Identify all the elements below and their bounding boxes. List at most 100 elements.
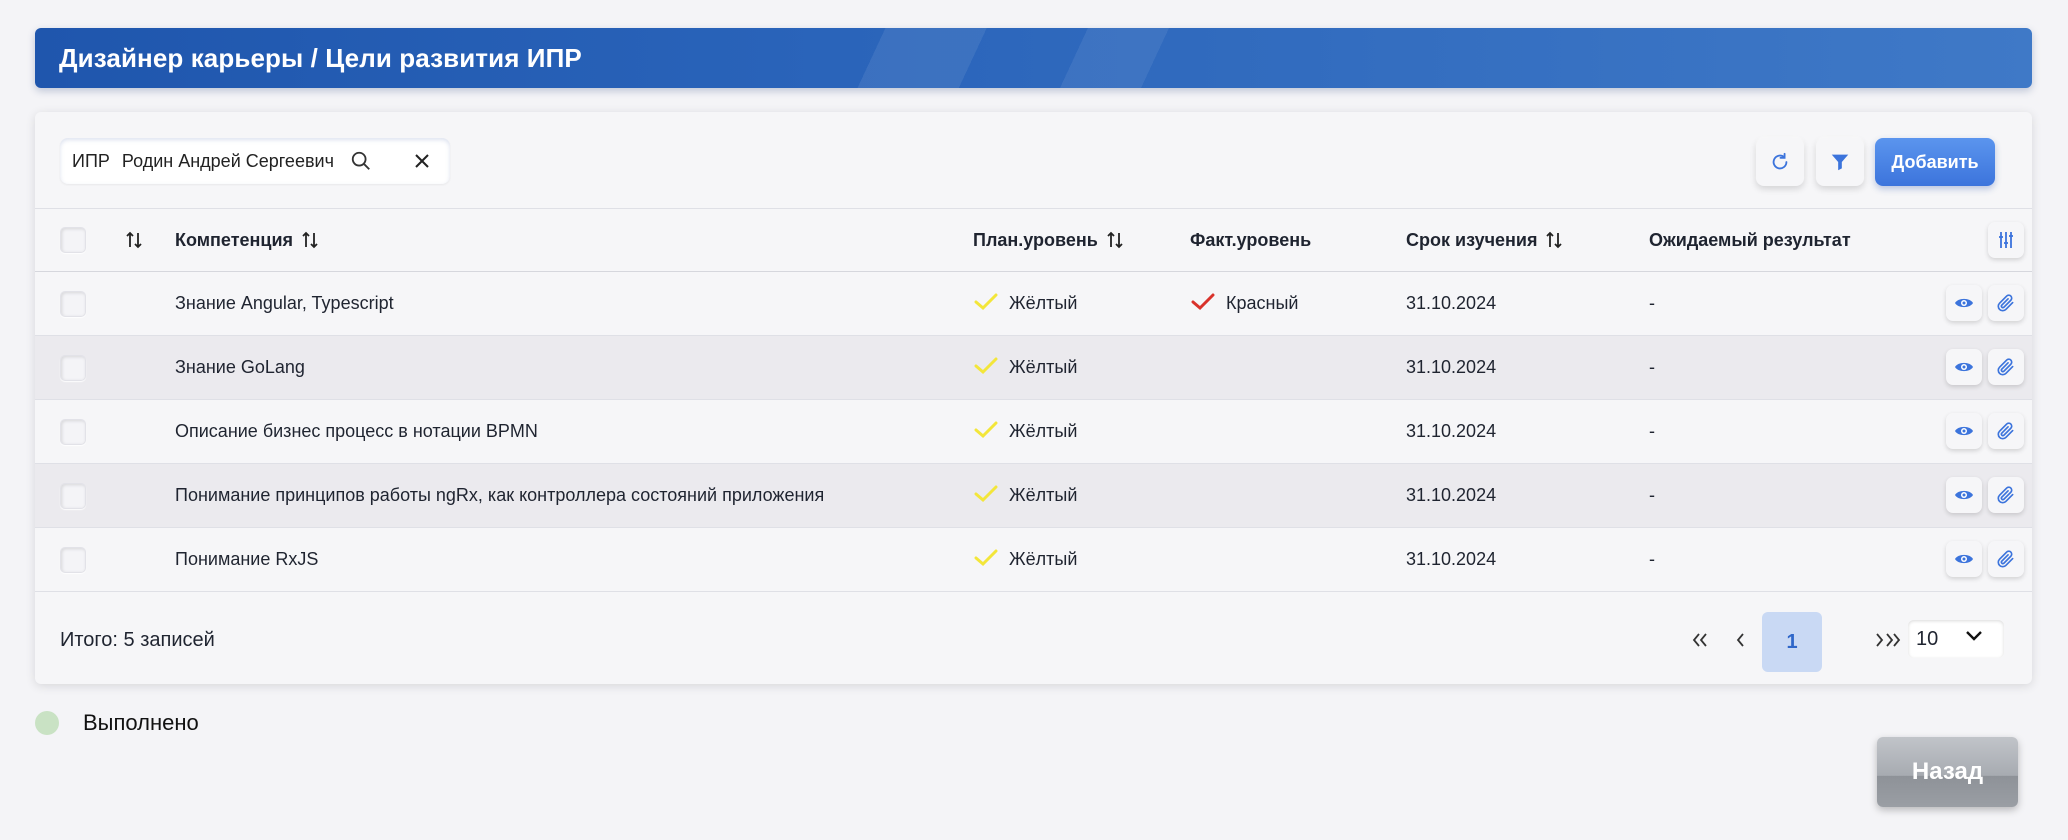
paperclip-icon xyxy=(1997,358,2014,376)
prev-page-button[interactable] xyxy=(1725,620,1755,660)
filter-icon xyxy=(1831,154,1849,171)
back-button[interactable]: Назад xyxy=(1877,737,2018,807)
competence-cell: Знание GoLang xyxy=(175,357,305,377)
refresh-icon xyxy=(1772,152,1788,170)
study-term-cell: 31.10.2024 xyxy=(1406,357,1497,377)
filter-value: Родин Андрей Сергеевич xyxy=(121,150,334,171)
view-button[interactable] xyxy=(1946,413,1982,449)
chevron-left-icon xyxy=(1736,633,1744,647)
column-settings-button[interactable] xyxy=(1988,222,2024,258)
filter-prefix: ИПР xyxy=(72,150,110,171)
plan-level-cell: Жёлтый xyxy=(973,528,1077,591)
col-study-term-label: Срок изучения xyxy=(1406,229,1538,250)
done-status-dot xyxy=(35,711,59,735)
view-button[interactable] xyxy=(1946,541,1982,577)
expected-result-cell: - xyxy=(1649,357,1655,377)
competence-table: Компетенция План.уровень Факт.уровень Ср… xyxy=(35,208,2032,592)
yellow-check-icon xyxy=(974,357,998,374)
col-fact-level-label: Факт.уровень xyxy=(1190,229,1312,250)
plan-level-label: Жёлтый xyxy=(1009,357,1078,377)
add-button[interactable]: Добавить xyxy=(1875,138,1995,186)
expected-result-cell: - xyxy=(1649,421,1655,441)
search-filter-chip[interactable]: ИПР Родин Андрей Сергеевич xyxy=(60,138,450,184)
plan-level-label: Жёлтый xyxy=(1009,485,1078,505)
legend: Выполнено xyxy=(35,710,199,736)
chevron-down-icon xyxy=(1966,631,1982,641)
double-chevron-left-icon xyxy=(1692,633,1707,647)
table-row[interactable]: Понимание принципов работы ngRx, как кон… xyxy=(35,464,2032,528)
paperclip-icon xyxy=(1997,294,2014,312)
red-check-icon xyxy=(1191,293,1215,310)
paperclip-icon xyxy=(1997,422,2014,440)
yellow-check-icon xyxy=(974,485,998,502)
competence-cell: Описание бизнес процесс в нотации BPMN xyxy=(175,421,538,441)
plan-level-cell: Жёлтый xyxy=(973,272,1077,335)
view-button[interactable] xyxy=(1946,477,1982,513)
expected-result-cell: - xyxy=(1649,549,1655,569)
last-page-button[interactable] xyxy=(1878,620,1908,660)
filter-button[interactable] xyxy=(1816,138,1864,186)
plan-level-cell: Жёлтый xyxy=(973,336,1077,399)
view-button[interactable] xyxy=(1946,349,1982,385)
competence-cell: Понимание RxJS xyxy=(175,549,319,569)
row-checkbox[interactable] xyxy=(60,482,86,509)
table-row[interactable]: Знание GoLang Жёлтый 31.10.2024 - xyxy=(35,336,2032,400)
col-study-term[interactable]: Срок изучения xyxy=(1406,209,1563,271)
study-term-cell: 31.10.2024 xyxy=(1406,549,1497,569)
sort-icon xyxy=(1107,231,1123,249)
attach-button[interactable] xyxy=(1988,541,2024,577)
plan-level-label: Жёлтый xyxy=(1009,293,1078,313)
current-page-button[interactable]: 1 xyxy=(1762,612,1822,672)
expected-result-cell: - xyxy=(1649,293,1655,313)
clear-icon[interactable] xyxy=(412,151,432,171)
row-checkbox[interactable] xyxy=(60,418,86,445)
sort-column[interactable] xyxy=(125,209,143,271)
eye-icon xyxy=(1955,362,1973,372)
plan-level-cell: Жёлтый xyxy=(973,400,1077,463)
plan-level-cell: Жёлтый xyxy=(973,464,1077,527)
eye-icon xyxy=(1955,490,1973,500)
yellow-check-icon xyxy=(974,549,998,566)
study-term-cell: 31.10.2024 xyxy=(1406,485,1497,505)
study-term-cell: 31.10.2024 xyxy=(1406,293,1497,313)
double-chevron-right-icon xyxy=(1886,633,1901,647)
search-icon[interactable] xyxy=(350,150,372,172)
col-expected-result-label: Ожидаемый результат xyxy=(1649,229,1851,250)
table-footer: Итого: 5 записей 1 10 xyxy=(35,596,2032,684)
eye-icon xyxy=(1955,426,1973,436)
row-checkbox[interactable] xyxy=(60,546,86,573)
table-row[interactable]: Знание Angular, Typescript Жёлтый Красны… xyxy=(35,272,2032,336)
refresh-button[interactable] xyxy=(1756,138,1804,186)
select-all-checkbox[interactable] xyxy=(60,227,86,253)
attach-button[interactable] xyxy=(1988,285,2024,321)
first-page-button[interactable] xyxy=(1685,620,1715,660)
ipr-goals-card: ИПР Родин Андрей Сергеевич Добавить Комп… xyxy=(35,112,2032,684)
attach-button[interactable] xyxy=(1988,413,2024,449)
sort-icon xyxy=(126,231,142,249)
table-header: Компетенция План.уровень Факт.уровень Ср… xyxy=(35,208,2032,272)
col-competence-label: Компетенция xyxy=(175,229,294,250)
page-size-select[interactable]: 10 xyxy=(1908,620,2004,658)
page-header: Дизайнер карьеры / Цели развития ИПР xyxy=(35,28,2032,88)
fact-level-cell: Красный xyxy=(1190,272,1298,335)
table-row[interactable]: Понимание RxJS Жёлтый 31.10.2024 - xyxy=(35,528,2032,592)
row-checkbox[interactable] xyxy=(60,290,86,317)
attach-button[interactable] xyxy=(1988,477,2024,513)
paperclip-icon xyxy=(1997,550,2014,568)
col-expected-result: Ожидаемый результат xyxy=(1649,209,1851,271)
attach-button[interactable] xyxy=(1988,349,2024,385)
col-fact-level: Факт.уровень xyxy=(1190,209,1311,271)
legend-done-label: Выполнено xyxy=(83,710,199,735)
col-plan-level[interactable]: План.уровень xyxy=(973,209,1124,271)
competence-cell: Понимание принципов работы ngRx, как кон… xyxy=(175,485,825,505)
fact-level-label: Красный xyxy=(1226,293,1299,313)
yellow-check-icon xyxy=(974,421,998,438)
sort-icon xyxy=(302,231,318,249)
view-button[interactable] xyxy=(1946,285,1982,321)
row-checkbox[interactable] xyxy=(60,354,86,381)
table-row[interactable]: Описание бизнес процесс в нотации BPMN Ж… xyxy=(35,400,2032,464)
col-competence[interactable]: Компетенция xyxy=(175,209,319,271)
competence-cell: Знание Angular, Typescript xyxy=(175,293,394,313)
col-plan-level-label: План.уровень xyxy=(973,229,1098,250)
select-all-cell xyxy=(60,209,86,271)
